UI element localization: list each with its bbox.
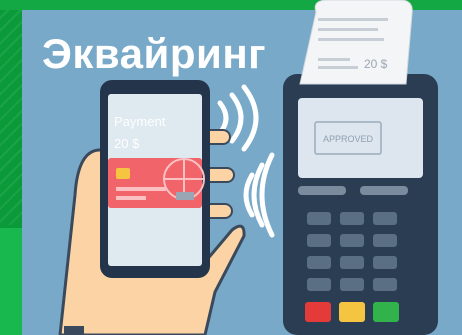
terminal-clear-key <box>339 302 365 322</box>
terminal-approved-text: APPROVED <box>323 134 374 144</box>
receipt: 20 $ <box>299 0 413 85</box>
terminal-cancel-key <box>305 302 331 322</box>
phone-credit-card <box>108 158 205 208</box>
phone-payment-amount: 20 $ <box>114 136 140 151</box>
page-title: Эквайринг <box>42 30 267 77</box>
pos-terminal: APPROVED <box>283 74 438 335</box>
nfc-waves-terminal <box>243 152 275 238</box>
terminal-enter-key <box>373 302 399 322</box>
smartphone: Payment 20 $ <box>100 80 210 278</box>
phone-payment-label: Payment <box>114 114 166 129</box>
receipt-amount: 20 $ <box>364 57 388 71</box>
